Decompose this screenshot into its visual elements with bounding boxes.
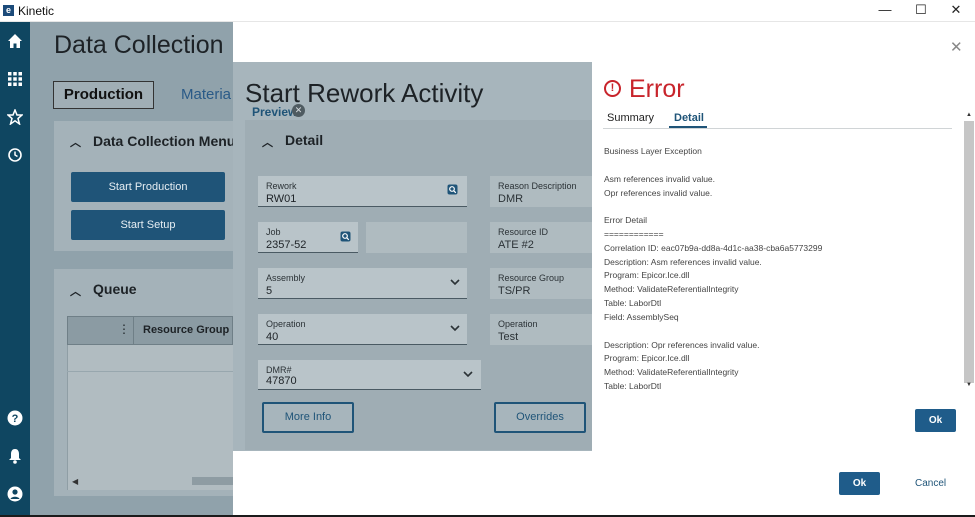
job-field-label: Job <box>266 227 281 237</box>
error-detail-line: Method: ValidateReferentialIntegrity <box>604 367 739 377</box>
page-title: Data Collection <box>54 31 224 59</box>
chevron-down-icon[interactable] <box>463 369 473 381</box>
error-detail-line: Description: Opr references invalid valu… <box>604 340 760 350</box>
column-separator[interactable] <box>133 316 134 345</box>
assembly-dropdown-label: Assembly <box>266 273 306 283</box>
search-icon[interactable] <box>447 184 458 198</box>
overrides-button[interactable]: Overrides <box>494 402 586 433</box>
operation-description-label: Operation <box>498 319 538 329</box>
grid-row-divider <box>67 371 233 372</box>
error-ok-button[interactable]: Ok <box>915 409 956 432</box>
tab-production[interactable]: Production <box>53 81 154 109</box>
user-icon[interactable] <box>3 482 27 506</box>
operation-dropdown-label: Operation <box>266 319 306 329</box>
more-info-button[interactable]: More Info <box>262 402 354 433</box>
star-icon[interactable] <box>3 105 27 129</box>
detail-panel-header: Detail <box>285 132 324 148</box>
close-preview-icon[interactable]: ✕ <box>292 104 305 117</box>
scroll-down-icon[interactable]: ▼ <box>966 382 972 388</box>
preview-label[interactable]: Preview <box>252 105 297 119</box>
home-icon[interactable] <box>3 29 27 53</box>
history-icon[interactable] <box>3 143 27 167</box>
chevron-up-icon[interactable]: ︿ <box>70 283 81 299</box>
resource-id-label: Resource ID <box>498 227 549 237</box>
rework-field-value: RW01 <box>266 193 297 205</box>
help-icon[interactable]: ? <box>3 406 27 430</box>
modal-backdrop-bottom <box>233 451 592 515</box>
error-detail-line: Field: AssemblySeq <box>604 312 679 322</box>
job-field-value: 2357-52 <box>266 239 307 251</box>
maximize-button[interactable]: ☐ <box>909 1 933 19</box>
resource-id-value: ATE #2 <box>498 239 534 251</box>
bell-icon[interactable] <box>3 444 27 468</box>
error-detail-line: Description: Asm references invalid valu… <box>604 257 762 267</box>
scroll-up-icon[interactable]: ▲ <box>966 112 972 118</box>
rework-field-label: Rework <box>266 181 297 191</box>
error-detail-line: ============ <box>604 229 664 239</box>
error-detail-line: Asm references invalid value. <box>604 174 716 184</box>
cancel-button[interactable]: Cancel <box>915 478 946 489</box>
operation-description-value: Test <box>498 331 519 343</box>
chevron-down-icon[interactable] <box>450 277 460 289</box>
tab-detail[interactable]: Detail <box>674 112 704 124</box>
error-icon: ! <box>604 80 621 97</box>
search-icon[interactable] <box>340 231 351 245</box>
chevron-up-icon[interactable]: ︿ <box>262 134 273 150</box>
reason-description-label: Reason Description <box>498 181 577 191</box>
app-logo: e <box>3 5 14 16</box>
title-bar: e Kinetic — ☐ ✕ <box>0 0 975 22</box>
horizontal-scrollbar-thumb[interactable] <box>192 477 233 485</box>
error-detail-line: Correlation ID: eac07b9a-dd8a-4d1c-aa38-… <box>604 243 823 253</box>
error-detail-line: Business Layer Exception <box>604 146 702 156</box>
column-header-resource-group-id[interactable]: Resource Group ID <box>143 324 243 336</box>
queue-panel-header: Queue <box>93 281 137 297</box>
chevron-up-icon[interactable]: ︿ <box>70 134 81 150</box>
close-window-button[interactable]: ✕ <box>944 1 968 19</box>
error-detail-line: Program: Epicor.Ice.dll <box>604 353 690 363</box>
assembly-dropdown-value: 5 <box>266 285 273 297</box>
svg-text:?: ? <box>12 413 19 425</box>
queue-grid-body <box>67 345 233 490</box>
tab-summary[interactable]: Summary <box>607 112 654 124</box>
error-detail-line: Program: Epicor.Ice.dll <box>604 270 690 280</box>
operation-dropdown-value: 40 <box>266 331 279 343</box>
reason-description-value: DMR <box>498 193 524 205</box>
vertical-scrollbar-thumb[interactable] <box>964 121 974 383</box>
window-title: Kinetic <box>18 4 55 18</box>
dmr-dropdown-label: DMR# <box>266 365 292 375</box>
modal-backdrop-top <box>233 22 592 62</box>
dmr-dropdown-value: 47870 <box>266 375 297 387</box>
resource-group-label: Resource Group <box>498 273 565 283</box>
start-setup-button[interactable]: Start Setup <box>71 210 225 240</box>
tab-divider <box>603 128 952 129</box>
menu-panel-header: Data Collection Menu <box>93 133 236 149</box>
ok-button[interactable]: Ok <box>839 472 880 495</box>
minimize-button[interactable]: — <box>873 1 897 19</box>
error-detail-line: Error Detail <box>604 215 647 225</box>
error-title: Error <box>629 75 685 103</box>
error-detail-line: Table: LaborDtl <box>604 298 662 308</box>
job-description-field <box>366 222 467 253</box>
apps-icon[interactable] <box>3 67 27 91</box>
error-detail-line: Method: ValidateReferentialIntegrity <box>604 284 739 294</box>
error-detail-line: Table: LaborDtl <box>604 381 662 391</box>
tab-material[interactable]: Materia <box>181 86 231 103</box>
nav-rail: ? <box>0 22 30 515</box>
scroll-left-icon[interactable]: ◀ <box>72 477 78 486</box>
close-icon[interactable]: ✕ <box>950 38 963 56</box>
error-detail-line: Opr references invalid value. <box>604 188 713 198</box>
resource-group-value: TS/PR <box>498 285 531 297</box>
column-menu-icon[interactable]: ⋮ <box>118 322 130 336</box>
chevron-down-icon[interactable] <box>450 323 460 335</box>
start-production-button[interactable]: Start Production <box>71 172 225 202</box>
